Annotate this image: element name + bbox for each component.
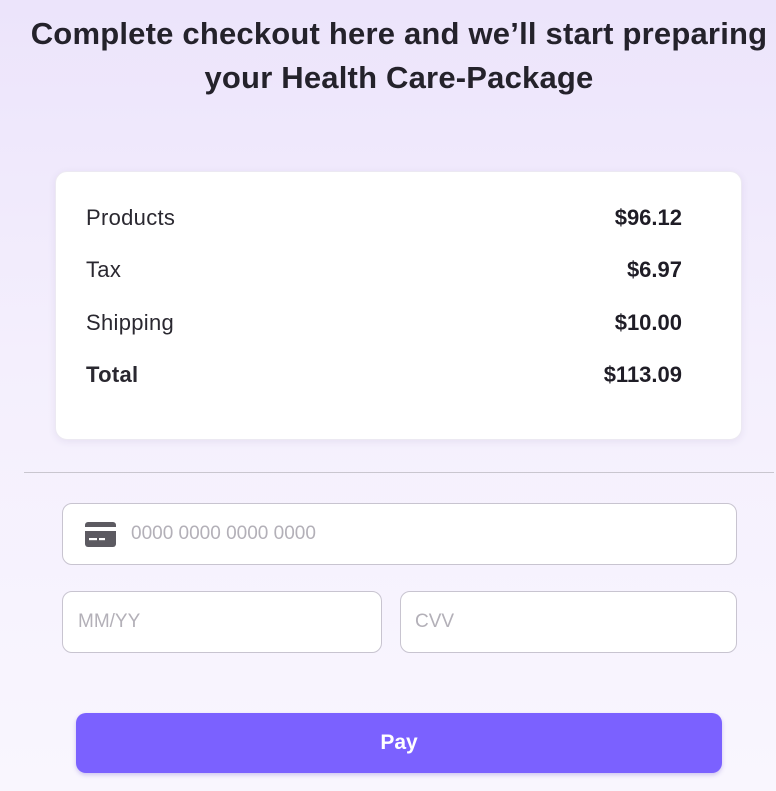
section-divider [24, 472, 774, 473]
summary-label: Shipping [86, 310, 175, 335]
page-title: Complete checkout here and we’ll start p… [22, 12, 776, 100]
card-number-field[interactable] [62, 503, 737, 565]
cvv-field[interactable] [400, 591, 737, 653]
total-label: Total [86, 362, 139, 387]
summary-row-tax: Tax $6.97 [86, 255, 682, 285]
credit-card-icon [85, 521, 116, 547]
page-title-line-2: your Health Care-Package [204, 60, 594, 95]
summary-row-products: Products $96.12 [86, 203, 682, 233]
summary-label: Tax [86, 257, 122, 282]
summary-value: $10.00 [614, 310, 682, 335]
summary-row-total: Total $113.09 [86, 360, 682, 390]
order-summary-card: Products $96.12 Tax $6.97 Shipping $10.0… [55, 171, 742, 440]
card-number-input[interactable] [131, 504, 736, 564]
expiry-date-field[interactable] [62, 591, 382, 653]
summary-value: $96.12 [614, 205, 682, 230]
expiry-date-input[interactable] [78, 592, 381, 652]
total-value: $113.09 [603, 362, 682, 387]
summary-value: $6.97 [626, 257, 682, 282]
summary-row-shipping: Shipping $10.00 [86, 308, 682, 338]
cvv-input[interactable] [415, 592, 736, 652]
page-title-line-1: Complete checkout here and we’ll start p… [30, 16, 768, 51]
pay-button[interactable]: Pay [76, 713, 722, 773]
summary-label: Products [86, 205, 176, 230]
